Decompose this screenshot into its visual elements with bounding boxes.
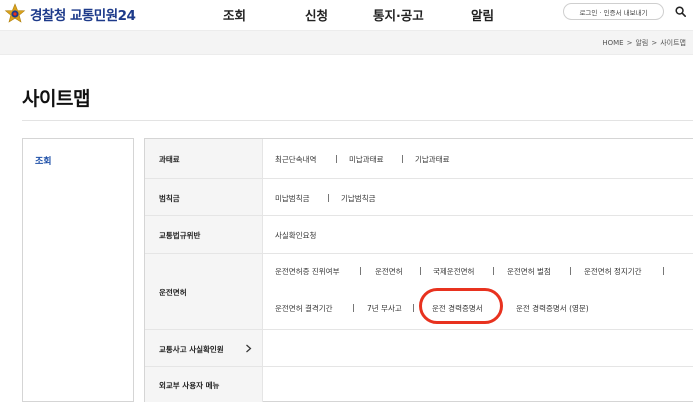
title-divider — [22, 120, 693, 121]
link-unpaid-penalty[interactable]: 미납범칙금 — [275, 193, 310, 204]
link-seven-year-no-accident[interactable]: 7년 무사고 — [367, 303, 402, 314]
nav-alert[interactable]: 알림 — [471, 5, 494, 24]
link-divider — [402, 155, 403, 163]
sitemap-category-cell: 과태료 — [145, 139, 263, 178]
sitemap-row-license: 운전면허 운전면허증 진위여부 운전면허 국제운전면허 운전면허 벌점 운전면허… — [145, 254, 693, 330]
sitemap-row-mofa: 외교부 사용자 메뉴 — [145, 367, 693, 402]
link-paid-penalty[interactable]: 기납범칙금 — [341, 193, 376, 204]
sitemap-row-penalty: 범칙금 미납범칙금 기납범칙금 — [145, 179, 693, 216]
link-fact-check-request[interactable]: 사실확인요청 — [275, 230, 316, 241]
link-divider — [353, 304, 354, 312]
link-divider — [336, 155, 337, 163]
link-divider — [413, 304, 414, 312]
link-recent-enforcement[interactable]: 최근단속내역 — [275, 154, 316, 165]
sitemap-category-cell: 외교부 사용자 메뉴 — [145, 367, 263, 402]
link-paid-fine[interactable]: 기납과태료 — [415, 154, 450, 165]
breadcrumb-separator-icon: > — [651, 39, 658, 47]
link-license[interactable]: 운전면허 — [375, 266, 403, 277]
breadcrumb: HOME > 알림 > 사이트맵 — [602, 38, 686, 48]
breadcrumb-home[interactable]: HOME — [602, 39, 623, 47]
link-divider — [570, 267, 571, 275]
sitemap-category-penalty: 범칙금 — [159, 194, 180, 203]
link-international-license[interactable]: 국제운전면허 — [433, 266, 474, 277]
sitemap-row-violation: 교통법규위반 사실확인요청 — [145, 216, 693, 254]
link-license-authenticity[interactable]: 운전면허증 진위여부 — [275, 266, 339, 277]
sitemap-category-cell: 범칙금 — [145, 179, 263, 215]
link-divider — [663, 267, 664, 275]
police-emblem-icon — [4, 3, 26, 23]
link-divider — [328, 194, 329, 202]
nav-inquiry[interactable]: 조회 — [223, 5, 246, 24]
sitemap-category-accident: 교통사고 사실확인원 — [159, 345, 224, 354]
login-button[interactable]: 로그인 · 인증서 내보내기 — [563, 3, 664, 20]
sitemap-category-violation: 교통법규위반 — [159, 231, 201, 240]
sitemap-category-cell: 운전면허 — [145, 254, 263, 329]
breadcrumb-bar: HOME > 알림 > 사이트맵 — [0, 30, 693, 55]
search-icon[interactable] — [675, 6, 686, 17]
sitemap-category-mofa: 외교부 사용자 메뉴 — [159, 381, 220, 390]
breadcrumb-alert[interactable]: 알림 — [635, 39, 648, 47]
sidebar-box: 조회 — [22, 138, 134, 402]
sitemap-category-cell: 교통사고 사실확인원 — [145, 330, 263, 366]
sidebar-item-inquiry[interactable]: 조회 — [35, 154, 52, 167]
link-divider — [493, 267, 494, 275]
chevron-right-icon — [246, 344, 252, 353]
sitemap-row-fine: 과태료 최근단속내역 미납과태료 기납과태료 — [145, 139, 693, 179]
nav-notice[interactable]: 통지·공고 — [373, 5, 424, 24]
page-title: 사이트맵 — [22, 88, 90, 110]
breadcrumb-separator-icon: > — [626, 39, 633, 47]
link-license-disqualification[interactable]: 운전면허 결격기간 — [275, 303, 333, 314]
sitemap-category-fine: 과태료 — [159, 155, 180, 164]
link-driving-record-certificate-english[interactable]: 운전 경력증명서 (영문) — [516, 303, 589, 314]
sitemap-row-accident[interactable]: 교통사고 사실확인원 — [145, 330, 693, 367]
link-license-points[interactable]: 운전면허 벌점 — [507, 266, 551, 277]
link-driving-record-certificate[interactable]: 운전 경력증명서 — [432, 303, 483, 314]
link-unpaid-fine[interactable]: 미납과태료 — [349, 154, 384, 165]
breadcrumb-current: 사이트맵 — [660, 39, 686, 47]
sitemap-category-license: 운전면허 — [159, 288, 187, 297]
link-license-suspension[interactable]: 운전면허 정지기간 — [584, 266, 642, 277]
nav-application[interactable]: 신청 — [305, 5, 328, 24]
header: 경찰청 교통민원24 조회 신청 통지·공고 알림 로그인 · 인증서 내보내기 — [0, 0, 693, 30]
link-divider — [360, 267, 361, 275]
sitemap-table: 과태료 최근단속내역 미납과태료 기납과태료 범칙금 미납범칙금 기납범칙금 교… — [144, 138, 693, 402]
link-divider — [420, 267, 421, 275]
logo[interactable]: 경찰청 교통민원24 — [4, 3, 136, 25]
sitemap-category-cell: 교통법규위반 — [145, 216, 263, 253]
logo-text: 경찰청 교통민원24 — [30, 8, 136, 24]
